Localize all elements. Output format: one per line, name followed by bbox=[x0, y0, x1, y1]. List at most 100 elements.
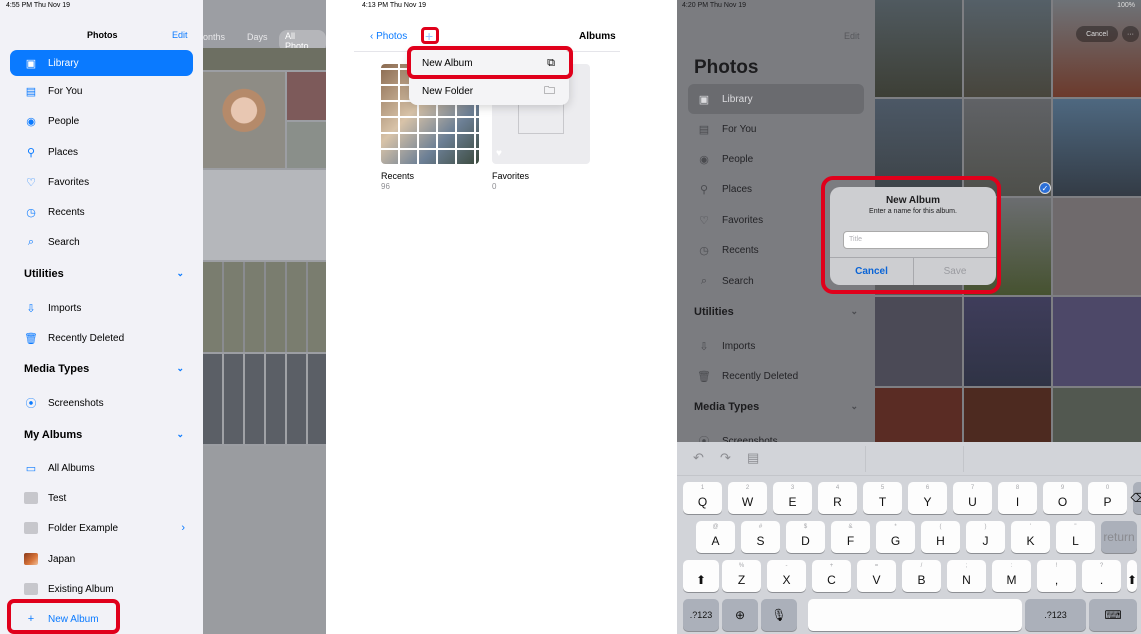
edit-button[interactable]: Edit bbox=[844, 31, 860, 41]
sidebar-item-japan[interactable]: Japan bbox=[10, 546, 193, 572]
key-t[interactable]: 5T bbox=[863, 482, 902, 514]
sidebar-item-screenshots[interactable]: ⦿ Screenshots bbox=[10, 390, 193, 416]
sidebar-item-search[interactable]: ⌕ Search bbox=[10, 229, 193, 255]
key-label: , bbox=[1054, 573, 1059, 587]
sidebar-item-folder-example[interactable]: Folder Example › bbox=[10, 515, 193, 541]
key-secondary-label: @ bbox=[712, 524, 719, 530]
sidebar-item-people[interactable]: ◉ People bbox=[10, 108, 193, 134]
key-o[interactable]: 9O bbox=[1043, 482, 1082, 514]
key-label: ⌨ bbox=[1104, 608, 1122, 622]
key-period[interactable]: ?. bbox=[1082, 560, 1121, 592]
key-s[interactable]: # S bbox=[741, 521, 780, 553]
sidebar-item-library[interactable]: ▣ Library bbox=[10, 50, 193, 76]
key-f[interactable]: & F bbox=[831, 521, 870, 553]
key-secondary-label: 0 bbox=[1105, 485, 1110, 491]
key-j[interactable]: ) J bbox=[966, 521, 1005, 553]
photo-tile bbox=[287, 122, 326, 168]
section-media-types[interactable]: Media Types ⌄ bbox=[694, 401, 864, 413]
key-v[interactable]: = V bbox=[857, 560, 896, 592]
more-button[interactable]: ··· bbox=[1122, 26, 1139, 42]
key-m[interactable]: :M bbox=[992, 560, 1031, 592]
globe-key[interactable]: ⊕ bbox=[722, 599, 758, 631]
edit-button[interactable]: Edit bbox=[172, 30, 188, 40]
key-w[interactable]: 2W bbox=[728, 482, 767, 514]
key-secondary-label: ) bbox=[984, 524, 987, 530]
key-label: J bbox=[982, 534, 989, 548]
key-c[interactable]: + C bbox=[812, 560, 851, 592]
back-button[interactable]: ‹ Photos bbox=[370, 31, 407, 42]
key-e[interactable]: 3E bbox=[773, 482, 812, 514]
sidebar-item-label: People bbox=[722, 153, 754, 165]
section-my-albums[interactable]: My Albums ⌄ bbox=[24, 429, 194, 441]
key-d[interactable]: $ D bbox=[786, 521, 825, 553]
key-secondary-label: 2 bbox=[745, 485, 750, 491]
key-secondary-label: * bbox=[894, 524, 897, 530]
sidebar-title: Photos bbox=[694, 57, 759, 78]
key-h[interactable]: (H bbox=[921, 521, 960, 553]
view-tabs: onths Days All Photo bbox=[203, 30, 326, 52]
undo-icon[interactable]: ↶ bbox=[693, 450, 704, 466]
key-a[interactable]: @ A bbox=[696, 521, 735, 553]
key-secondary-label: ; bbox=[965, 563, 968, 569]
trash-icon: 🗑 bbox=[24, 332, 38, 345]
section-utilities[interactable]: Utilities ⌄ bbox=[694, 306, 864, 318]
section-media-types[interactable]: Media Types ⌄ bbox=[24, 363, 194, 375]
key-l[interactable]: " L bbox=[1056, 521, 1095, 553]
key-k[interactable]: ' K bbox=[1011, 521, 1050, 553]
tab-months[interactable]: onths bbox=[203, 32, 225, 42]
sidebar-item-all-albums[interactable]: ▭ All Albums bbox=[10, 455, 193, 481]
key-label: P bbox=[1103, 495, 1112, 509]
sidebar-item-imports[interactable]: ⇩ Imports bbox=[10, 295, 193, 321]
redo-icon[interactable]: ↷ bbox=[720, 450, 731, 466]
sidebar-item-for-you[interactable]: ▤ For You bbox=[10, 78, 193, 104]
sidebar-item-test[interactable]: Test bbox=[10, 485, 193, 511]
key-p[interactable]: 0P bbox=[1088, 482, 1127, 514]
key-i[interactable]: 8I bbox=[998, 482, 1037, 514]
key-r[interactable]: 4R bbox=[818, 482, 857, 514]
sidebar-item-recently-deleted[interactable]: 🗑 Recently Deleted bbox=[10, 325, 193, 351]
key-q[interactable]: 1Q bbox=[683, 482, 722, 514]
tab-days[interactable]: Days bbox=[247, 32, 268, 42]
key-x[interactable]: -X bbox=[767, 560, 806, 592]
back-label: Photos bbox=[376, 31, 408, 42]
cancel-selection-button[interactable]: Cancel bbox=[1076, 26, 1118, 42]
numbers-key-right[interactable]: .?123 bbox=[1025, 599, 1086, 631]
key-z[interactable]: % Z bbox=[722, 560, 761, 592]
hide-keyboard-key[interactable]: ⌨ bbox=[1089, 599, 1137, 631]
album-count: 96 bbox=[381, 182, 390, 191]
sidebar-item-recents[interactable]: ◷ Recents bbox=[10, 199, 193, 225]
photo-tile bbox=[1053, 0, 1141, 97]
key-n[interactable]: ; N bbox=[947, 560, 986, 592]
space-bar[interactable] bbox=[808, 599, 1022, 631]
shift-key-right[interactable]: ⬆ bbox=[1127, 560, 1137, 592]
key-b[interactable]: / B bbox=[902, 560, 941, 592]
paste-icon[interactable]: ▤ bbox=[747, 450, 759, 466]
key-label: .?123 bbox=[1044, 610, 1067, 620]
return-key[interactable]: return bbox=[1101, 521, 1137, 553]
dictation-key[interactable]: 🎙 bbox=[761, 599, 797, 631]
sidebar-item-places[interactable]: ⚲ Places bbox=[10, 139, 193, 165]
menu-item-new-folder[interactable]: New Folder 🗀 bbox=[409, 77, 569, 105]
sidebar-item-library[interactable]: ▣ Library bbox=[688, 84, 864, 114]
key-label: C bbox=[827, 573, 836, 587]
sidebar-item-people[interactable]: ◉ People bbox=[688, 144, 864, 174]
numbers-key-left[interactable]: .?123 bbox=[683, 599, 719, 631]
key-y[interactable]: 6Y bbox=[908, 482, 947, 514]
people-icon: ◉ bbox=[26, 115, 36, 128]
key-label: I bbox=[1015, 495, 1020, 509]
key-label: K bbox=[1026, 534, 1035, 548]
sidebar-item-for-you[interactable]: ▤ For You bbox=[688, 114, 864, 144]
key-u[interactable]: 7U bbox=[953, 482, 992, 514]
status-bar-time: 4:13 PM Thu Nov 19 bbox=[362, 2, 427, 9]
section-utilities[interactable]: Utilities ⌄ bbox=[24, 268, 194, 280]
sidebar-item-label: People bbox=[48, 115, 80, 127]
sidebar-item-favorites[interactable]: ♡ Favorites bbox=[10, 169, 193, 195]
screenshot-icon: ⦿ bbox=[25, 398, 37, 410]
key-g[interactable]: * G bbox=[876, 521, 915, 553]
sidebar-item-imports[interactable]: ⇩ Imports bbox=[688, 331, 864, 361]
sidebar-item-recently-deleted[interactable]: 🗑 Recently Deleted bbox=[688, 361, 864, 391]
shift-key-left[interactable]: ⬆ bbox=[683, 560, 719, 592]
key-comma[interactable]: !, bbox=[1037, 560, 1076, 592]
delete-key[interactable]: ⌫ bbox=[1131, 482, 1141, 514]
sidebar-item-label: Library bbox=[722, 93, 753, 105]
